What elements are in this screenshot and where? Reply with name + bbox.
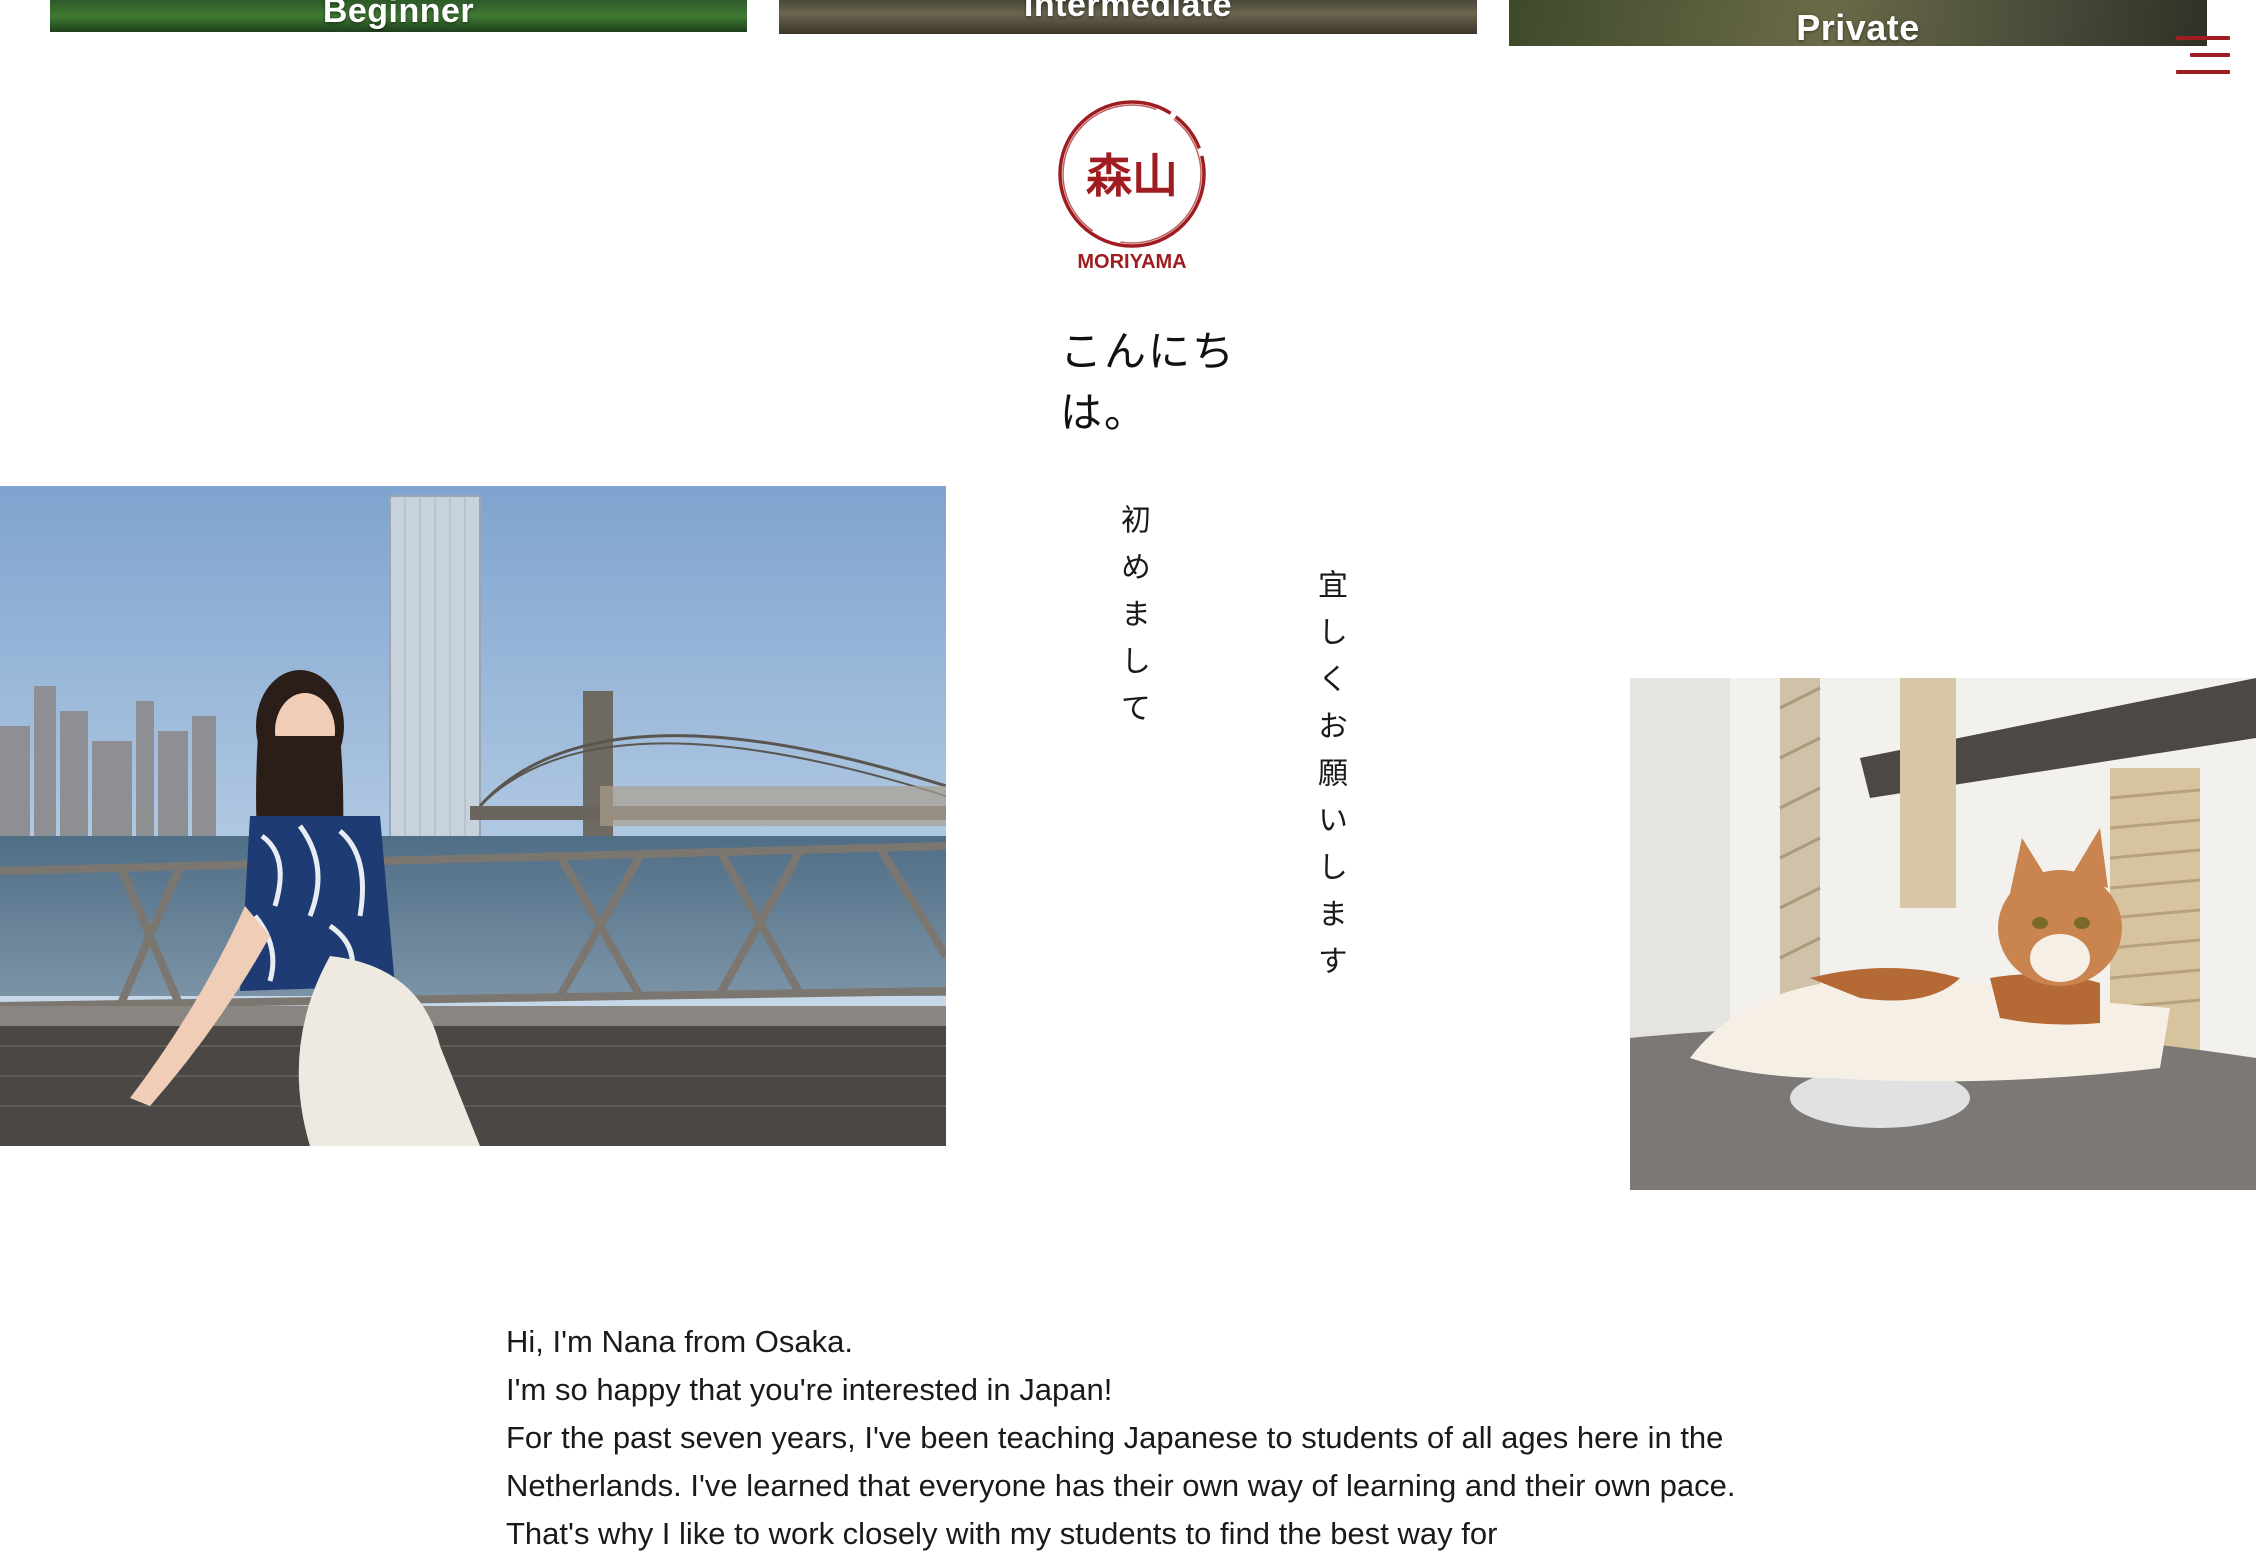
photo-nana-bridge <box>0 486 946 1146</box>
intro-line: For the past seven years, I've been teac… <box>506 1420 1736 1551</box>
moriyama-logo[interactable]: 森山 MORIYAMA <box>1050 98 1214 278</box>
logo-kanji: 森山 <box>1086 149 1178 203</box>
photo-cat <box>1630 678 2256 1190</box>
greeting-heading: こんにちは。 <box>1060 327 1237 437</box>
logo-name: MORIYAMA <box>1077 251 1186 273</box>
course-card-private[interactable]: Private <box>1509 0 2207 46</box>
menu-button[interactable] <box>2176 36 2230 76</box>
course-card-intermediate[interactable]: Intermediate <box>779 0 1477 34</box>
course-card-beginner[interactable]: Beginner <box>50 0 747 32</box>
course-card-label: Private <box>1796 7 1920 46</box>
intro-line: Hi, I'm Nana from Osaka. <box>506 1324 854 1359</box>
vertical-text-nice-to-meet-you: 初めまして <box>1115 504 1150 739</box>
intro-text: Hi, I'm Nana from Osaka. I'm so happy th… <box>506 1318 1796 1558</box>
course-card-label: Beginner <box>322 0 475 30</box>
logo-seal-icon: 森山 MORIYAMA <box>1058 100 1206 273</box>
intro-line: I'm so happy that you're interested in J… <box>506 1372 1113 1407</box>
course-card-label: Intermediate <box>1023 0 1233 24</box>
vertical-text-pleased-to-meet-you: 宜しくお願いします <box>1312 569 1347 992</box>
